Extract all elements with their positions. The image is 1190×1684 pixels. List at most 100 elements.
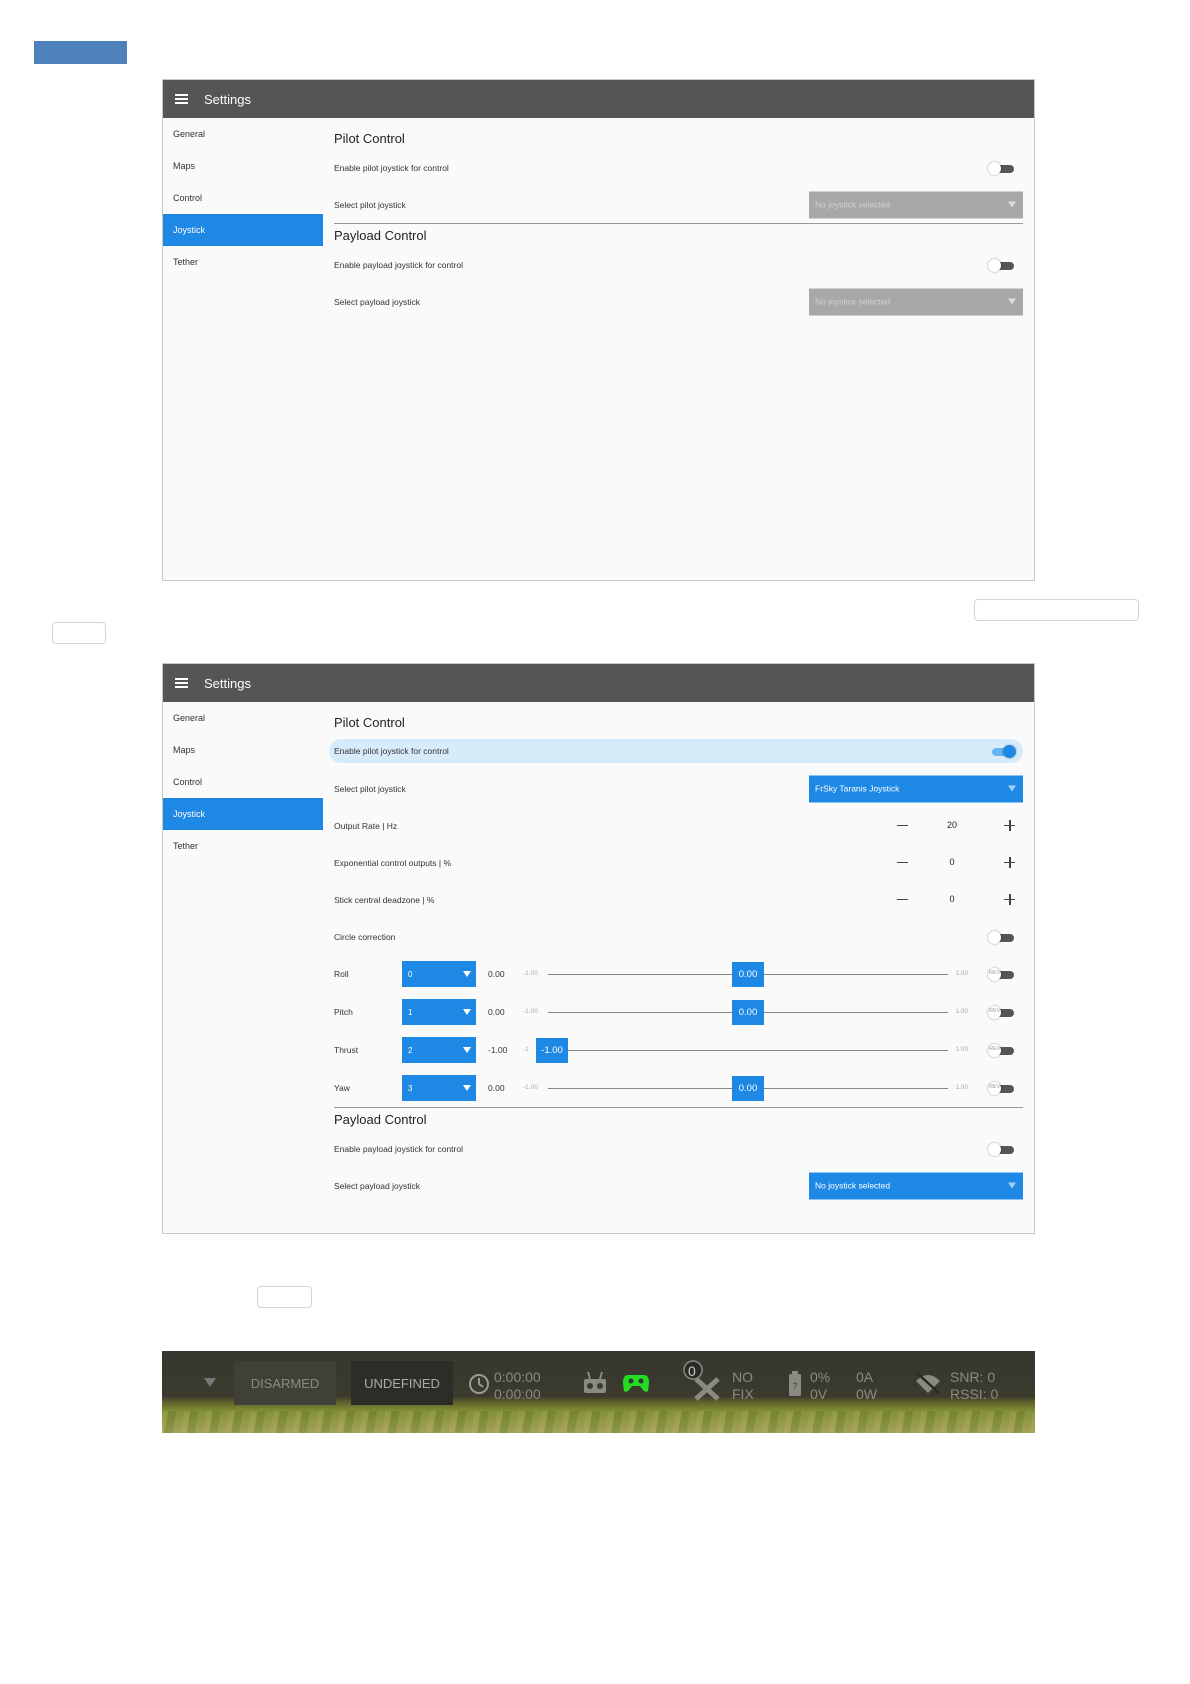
slider-thumb[interactable]: 0.00 <box>732 962 764 987</box>
slider-thumb[interactable]: 0.00 <box>732 1076 764 1101</box>
select-value: No joystick selected <box>815 1180 891 1191</box>
expo-stepper: 0 <box>897 855 1015 871</box>
svg-text:?: ? <box>792 1381 797 1391</box>
payload-joystick-select[interactable]: No joystick selected <box>809 1172 1023 1199</box>
payload-enable-toggle[interactable] <box>988 1142 1016 1156</box>
axis-row-thrust: Thrust 2 -1.00 -1 -1.00 1.00 REV <box>334 1031 1023 1069</box>
menu-icon[interactable] <box>175 94 188 104</box>
plus-icon[interactable] <box>1004 856 1015 868</box>
plus-icon[interactable] <box>1004 893 1015 905</box>
pilot-joystick-select[interactable]: FrSky Taranis Joystick <box>809 775 1023 802</box>
no-signal-icon <box>916 1372 940 1394</box>
stepper-value: 20 <box>946 819 957 830</box>
flight-mode-button[interactable]: UNDEFINED <box>351 1361 453 1405</box>
sidebar-item-joystick[interactable]: Joystick <box>163 214 323 246</box>
dropdown-arrow-icon <box>463 1009 471 1015</box>
minus-icon[interactable] <box>897 898 908 900</box>
output-rate-row: Output Rate | Hz 20 <box>334 807 1023 844</box>
axis-value: -1.00 <box>488 1045 508 1055</box>
slider-min-label: -1.00 <box>523 970 538 977</box>
axis-row-yaw: Yaw 3 0.00 -1.00 0.00 1.00 REV <box>334 1069 1023 1107</box>
section-title: Payload Control <box>334 228 427 243</box>
vehicle-status-bar: DISARMED UNDEFINED 0:00:00 0:00:00 0 NO … <box>162 1351 1035 1433</box>
axis-value: 0.00 <box>488 1007 505 1017</box>
gps-satellite-count: 0 <box>688 1363 696 1379</box>
gps-fix-status-line2: FIX <box>732 1386 754 1402</box>
sidebar-item-joystick[interactable]: Joystick <box>163 798 323 830</box>
slider-min-label: -1.00 <box>523 1084 538 1091</box>
axis-value: 0.00 <box>488 1083 505 1093</box>
chevron-down-icon <box>204 1378 216 1387</box>
pilot-enable-toggle[interactable] <box>988 161 1016 175</box>
sidebar-item-maps[interactable]: Maps <box>163 734 323 766</box>
minus-icon[interactable] <box>897 824 908 826</box>
sidebar-item-control[interactable]: Control <box>163 766 323 798</box>
reverse-label: REV <box>989 970 1001 976</box>
slider-max-label: 1.00 <box>955 1084 968 1091</box>
sidebar-item-maps[interactable]: Maps <box>163 150 323 182</box>
slider-max-label: 1.00 <box>955 1046 968 1053</box>
section-title: Payload Control <box>334 1112 427 1127</box>
minus-icon[interactable] <box>897 861 908 863</box>
header-bar <box>34 41 127 64</box>
sidebar-item-general[interactable]: General <box>163 702 323 734</box>
sidebar-item-tether[interactable]: Tether <box>163 246 323 278</box>
section-title: Pilot Control <box>334 131 405 146</box>
pilot-select-row: Select pilot joystick No joystick select… <box>334 186 1023 223</box>
rc-transmitter-icon <box>584 1371 606 1393</box>
axis-label: Yaw <box>334 1083 350 1093</box>
row-label: Enable pilot joystick for control <box>334 162 449 173</box>
row-label: Circle correction <box>334 931 396 942</box>
pilot-enable-toggle[interactable] <box>988 745 1016 758</box>
title-bar: Settings <box>163 80 1034 118</box>
pilot-joystick-select[interactable]: No joystick selected <box>809 191 1023 218</box>
payload-joystick-select[interactable]: No joystick selected <box>809 288 1023 315</box>
reverse-toggle[interactable]: REV <box>988 1082 1016 1095</box>
reverse-toggle[interactable]: REV <box>988 968 1016 981</box>
row-label: Enable payload joystick for control <box>334 259 463 270</box>
deadzone-stepper: 0 <box>897 892 1015 908</box>
joystick-icon <box>623 1375 649 1392</box>
sidebar-item-tether[interactable]: Tether <box>163 830 323 862</box>
pilot-select-row: Select pilot joystick FrSky Taranis Joys… <box>334 770 1023 807</box>
payload-select-row: Select payload joystick No joystick sele… <box>334 1167 1023 1204</box>
menu-icon[interactable] <box>175 678 188 688</box>
axis-label: Roll <box>334 969 349 979</box>
axis-row-pitch: Pitch 1 0.00 -1.00 0.00 1.00 REV <box>334 993 1023 1031</box>
battery-percent: 0% <box>810 1369 831 1385</box>
reverse-label: REV <box>989 1084 1001 1090</box>
axis-channel-select[interactable]: 1 <box>402 999 476 1025</box>
window-title: Settings <box>204 91 251 107</box>
settings-content: Pilot Control Enable pilot joystick for … <box>334 118 1023 320</box>
expo-row: Exponential control outputs | % 0 <box>334 844 1023 881</box>
reverse-toggle[interactable]: REV <box>988 1044 1016 1057</box>
plus-icon[interactable] <box>1004 819 1015 831</box>
rssi-value: RSSI: 0 <box>950 1386 999 1402</box>
axis-channel-select[interactable]: 3 <box>402 1075 476 1101</box>
dropdown-arrow-icon <box>1008 298 1016 304</box>
select-value: No joystick selected <box>815 296 891 307</box>
vehicle-dropdown[interactable] <box>190 1361 230 1405</box>
slider-thumb[interactable]: 0.00 <box>732 1000 764 1025</box>
payload-enable-toggle[interactable] <box>988 258 1016 272</box>
slider-thumb[interactable]: -1.00 <box>536 1038 568 1063</box>
slider-max-label: 1.00 <box>955 1008 968 1015</box>
axis-channel-select[interactable]: 0 <box>402 961 476 987</box>
blank-field <box>52 622 106 644</box>
axis-row-roll: Roll 0 0.00 -1.00 0.00 1.00 REV <box>334 955 1023 993</box>
row-label: Enable payload joystick for control <box>334 1143 463 1154</box>
gps-fix-status: NO <box>732 1369 753 1385</box>
sidebar-item-general[interactable]: General <box>163 118 323 150</box>
window-title: Settings <box>204 675 251 691</box>
sidebar-item-control[interactable]: Control <box>163 182 323 214</box>
select-value: 2 <box>408 1045 413 1055</box>
settings-content: Pilot Control Enable pilot joystick for … <box>329 702 1023 1204</box>
reverse-label: REV <box>989 1008 1001 1014</box>
axis-channel-select[interactable]: 2 <box>402 1037 476 1063</box>
arm-status-button[interactable]: DISARMED <box>234 1361 336 1405</box>
title-bar: Settings <box>163 664 1034 702</box>
circle-correction-toggle[interactable] <box>988 930 1016 944</box>
select-value: 3 <box>408 1083 413 1093</box>
select-value: 1 <box>408 1007 413 1017</box>
reverse-toggle[interactable]: REV <box>988 1006 1016 1019</box>
